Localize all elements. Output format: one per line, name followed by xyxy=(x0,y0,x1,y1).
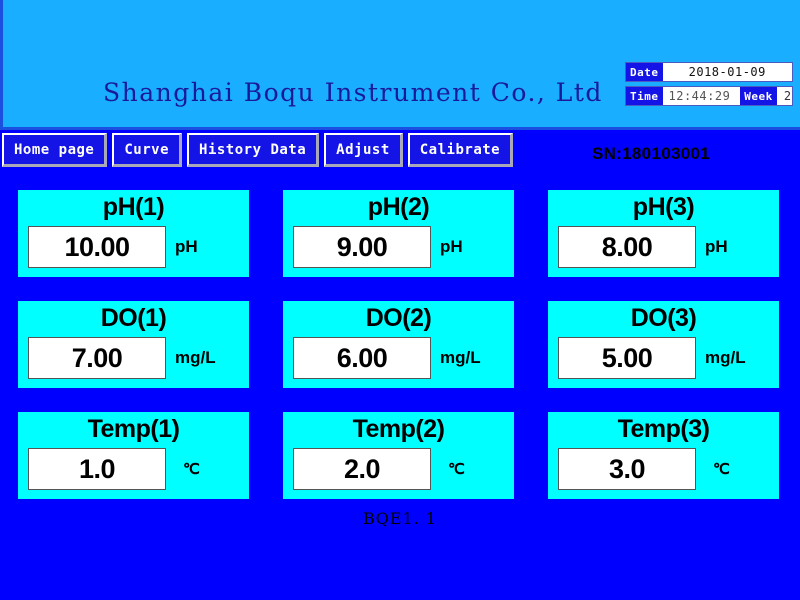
datetime-panel: Date 2018-01-09 Time 12:44:29 Week 2 xyxy=(625,62,793,110)
measurement-panel[interactable]: Temp(1) 1.0 ℃ xyxy=(18,412,249,499)
nav-curve[interactable]: Curve xyxy=(112,133,183,167)
panel-title: DO(2) xyxy=(365,304,432,332)
measurement-value-box[interactable]: 1.0 xyxy=(28,448,166,490)
panel-readout: 9.00 pH xyxy=(293,226,511,268)
panel-title: pH(3) xyxy=(632,193,695,221)
week-label: Week xyxy=(740,87,777,105)
measurement-unit-label: ℃ xyxy=(713,461,730,478)
panel-readout: 7.00 mg/L xyxy=(28,337,246,379)
time-label: Time xyxy=(626,87,663,105)
nav-history-data[interactable]: History Data xyxy=(187,133,320,167)
measurement-panel[interactable]: pH(3) 8.00 pH xyxy=(548,190,779,277)
measurement-unit-label: pH xyxy=(440,237,463,256)
measurement-grid: pH(1) 10.00 pH pH(2) 9.00 pH pH(3) 8.00 pH DO(1) 7… xyxy=(18,190,782,499)
measurement-value-box[interactable]: 6.00 xyxy=(293,337,431,379)
measurement-panel[interactable]: DO(1) 7.00 mg/L xyxy=(18,301,249,388)
panel-readout: 3.0 ℃ xyxy=(558,448,776,490)
panel-readout: 6.00 mg/L xyxy=(293,337,511,379)
measurement-value-box[interactable]: 7.00 xyxy=(28,337,166,379)
panel-title: DO(1) xyxy=(100,304,167,332)
panel-title: DO(3) xyxy=(630,304,697,332)
measurement-panel[interactable]: DO(3) 5.00 mg/L xyxy=(548,301,779,388)
panel-readout: 2.0 ℃ xyxy=(293,448,511,490)
panel-title: Temp(2) xyxy=(352,415,445,443)
panel-readout: 10.00 pH xyxy=(28,226,246,268)
measurement-unit-label: ℃ xyxy=(183,461,200,478)
date-label: Date xyxy=(626,63,663,81)
navigation-bar: Home page Curve History Data Adjust Calibrat… xyxy=(0,133,514,167)
week-value: 2 xyxy=(783,89,792,103)
panel-readout: 8.00 pH xyxy=(558,226,776,268)
header-banner: Shanghai Boqu Instrument Co., Ltd Date 2… xyxy=(0,0,800,130)
measurement-value-box[interactable]: 5.00 xyxy=(558,337,696,379)
measurement-value-box[interactable]: 9.00 xyxy=(293,226,431,268)
firmware-version-label: BQE1. 1 xyxy=(362,509,438,528)
panel-title: Temp(3) xyxy=(617,415,710,443)
instrument-screen: Shanghai Boqu Instrument Co., Ltd Date 2… xyxy=(0,0,800,600)
measurement-value-box[interactable]: 8.00 xyxy=(558,226,696,268)
panel-title: pH(1) xyxy=(102,193,165,221)
panel-readout: 5.00 mg/L xyxy=(558,337,776,379)
measurement-panel[interactable]: DO(2) 6.00 mg/L xyxy=(283,301,514,388)
measurement-unit-label: mg/L xyxy=(705,348,746,367)
time-value: 12:44:29 xyxy=(668,89,731,103)
date-value: 2018-01-09 xyxy=(688,65,766,79)
nav-adjust[interactable]: Adjust xyxy=(324,133,403,167)
date-row: Date 2018-01-09 xyxy=(625,62,793,82)
measurement-unit-label: mg/L xyxy=(440,348,481,367)
measurement-unit-label: pH xyxy=(175,237,198,256)
company-title: Shanghai Boqu Instrument Co., Ltd xyxy=(103,78,603,107)
measurement-panel[interactable]: pH(2) 9.00 pH xyxy=(283,190,514,277)
panel-readout: 1.0 ℃ xyxy=(28,448,246,490)
measurement-value-box[interactable]: 3.0 xyxy=(558,448,696,490)
measurement-unit-label: mg/L xyxy=(175,348,216,367)
measurement-unit-label: pH xyxy=(705,237,728,256)
panel-title: pH(2) xyxy=(367,193,430,221)
nav-home-page[interactable]: Home page xyxy=(2,133,108,167)
measurement-panel[interactable]: Temp(2) 2.0 ℃ xyxy=(283,412,514,499)
nav-calibrate[interactable]: Calibrate xyxy=(407,133,514,167)
time-row: Time 12:44:29 Week 2 xyxy=(625,86,793,106)
serial-number-label: SN:180103001 xyxy=(592,144,710,163)
measurement-value-box[interactable]: 10.00 xyxy=(28,226,166,268)
measurement-panel[interactable]: Temp(3) 3.0 ℃ xyxy=(548,412,779,499)
measurement-unit-label: ℃ xyxy=(448,461,465,478)
measurement-value-box[interactable]: 2.0 xyxy=(293,448,431,490)
panel-title: Temp(1) xyxy=(87,415,180,443)
measurement-panel[interactable]: pH(1) 10.00 pH xyxy=(18,190,249,277)
